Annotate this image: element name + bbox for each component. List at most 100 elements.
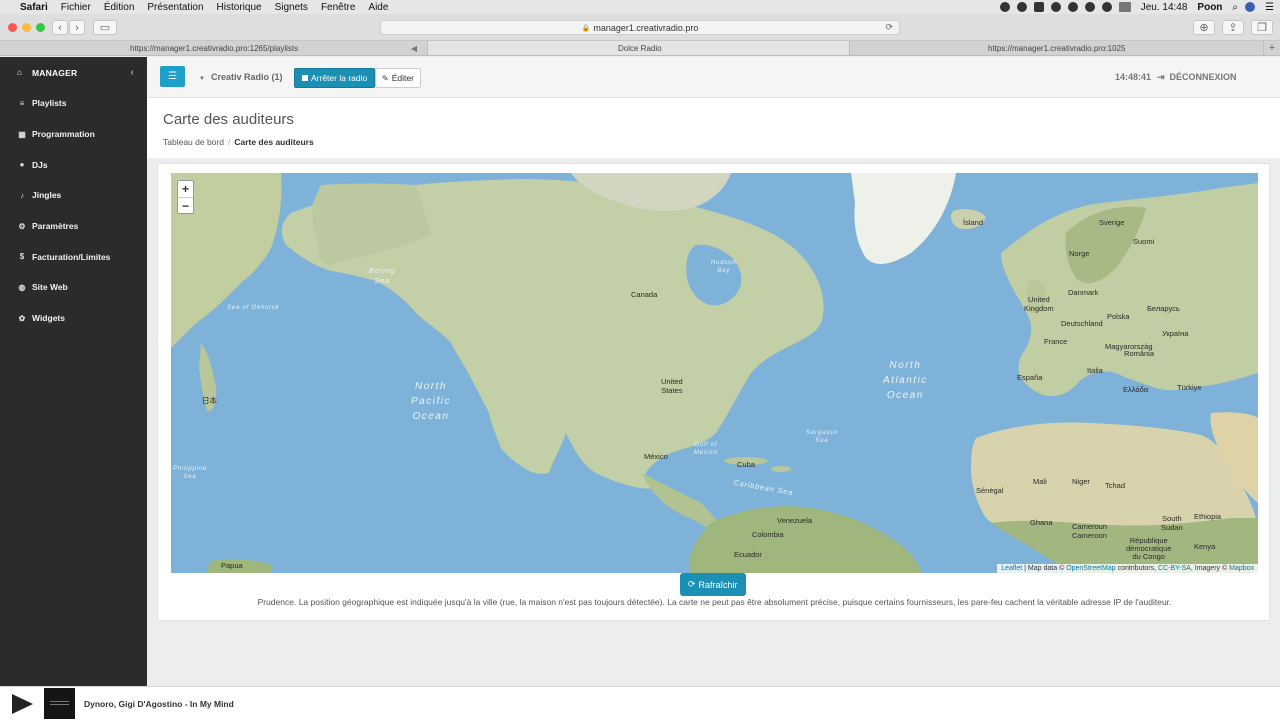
radio-selector[interactable]: ▼ Creativ Radio (1) [199, 72, 282, 82]
mapbox-link[interactable]: Mapbox [1229, 565, 1254, 572]
label-italia: Italia [1087, 366, 1103, 375]
sidebar-brand[interactable]: ⌂ MANAGER ‹ [0, 57, 147, 88]
menu-app[interactable]: Safari [20, 2, 48, 13]
brand-label: MANAGER [32, 67, 78, 78]
close-window-button[interactable] [8, 23, 17, 32]
sign-out-icon: ⇥ [1157, 72, 1165, 82]
label-mexico: México [644, 452, 668, 461]
breadcrumb-separator: / [227, 137, 231, 147]
label-north-atlantic: North Atlantic Ocean [883, 360, 928, 401]
label-bering-sea: Bering Sea [369, 266, 396, 285]
play-button[interactable] [12, 694, 33, 714]
refresh-button[interactable]: ⟳ Rafraîchir [680, 573, 746, 596]
calendar-icon: ▦ [18, 129, 26, 139]
tab-playlists[interactable]: https://manager1.creativradio.pro:1265/p… [0, 41, 428, 55]
logout-link[interactable]: ⇥ DÉCONNEXION [1157, 72, 1237, 83]
zoom-in-button[interactable]: + [178, 181, 193, 198]
audio-icon[interactable]: ◀︎ [411, 44, 417, 53]
status-skype-icon[interactable] [1016, 2, 1027, 12]
license-link[interactable]: CC-BY-SA [1158, 565, 1191, 572]
zoom-window-button[interactable] [36, 23, 45, 32]
album-cover [44, 688, 75, 719]
sidebar-item-djs[interactable]: ● DJs [0, 149, 147, 180]
spotlight-icon[interactable]: ⌕ [1232, 2, 1238, 13]
status-hd-icon[interactable] [1033, 2, 1044, 12]
label-papua: Papua [221, 561, 243, 570]
list-icon: ≡ [19, 98, 25, 108]
label-south-sudan: South Sudan [1161, 514, 1183, 532]
hamburger-menu-button[interactable]: ☰ [160, 66, 185, 87]
status-wifi-icon[interactable] [1101, 2, 1112, 12]
menu-fichier[interactable]: Fichier [61, 2, 91, 13]
listener-map[interactable]: + − Canada United States México Cuba Ven… [171, 173, 1258, 573]
sidebar-item-programmation[interactable]: ▦ Programmation [0, 119, 147, 150]
label-mali: Mali [1033, 477, 1047, 486]
tab-dolce-radio[interactable]: Dolce Radio [428, 41, 850, 55]
menubar-user[interactable]: Poon [1197, 2, 1222, 13]
sidebar-toggle-button[interactable]: ▭ [93, 20, 117, 35]
status-m-icon[interactable] [1084, 2, 1095, 12]
status-cloud-icon[interactable] [1067, 2, 1078, 12]
tab-label: https://manager1.creativradio.pro:1265/p… [130, 43, 299, 53]
tab-manager-1025[interactable]: https://manager1.creativradio.pro:1025 [850, 41, 1264, 55]
label-senegal: Sénégal [976, 486, 1004, 495]
leaflet-link[interactable]: Leaflet [1001, 565, 1022, 572]
tab-bar: https://manager1.creativradio.pro:1265/p… [0, 41, 1280, 56]
menu-aide[interactable]: Aide [368, 2, 388, 13]
status-flag-icon[interactable] [1118, 2, 1131, 12]
sidebar-item-site-web[interactable]: ◍ Site Web [0, 272, 147, 303]
zoom-out-button[interactable]: − [178, 198, 193, 215]
tabs-overview-button[interactable]: ❐ [1251, 20, 1273, 35]
sidebar-item-widgets[interactable]: ✿ Widgets [0, 303, 147, 334]
imagery-text: , Imagery © [1190, 565, 1228, 572]
notification-center-icon[interactable]: ☰ [1265, 2, 1274, 13]
sidebar-item-playlists[interactable]: ≡ Playlists [0, 88, 147, 119]
label-deutschland: Deutschland [1061, 319, 1103, 328]
back-button[interactable]: ‹ [52, 20, 68, 35]
cogs-icon: ⚙ [18, 221, 26, 231]
breadcrumb-home[interactable]: Tableau de bord [163, 137, 224, 147]
minimize-window-button[interactable] [22, 23, 31, 32]
forward-button[interactable]: › [69, 20, 85, 35]
share-button[interactable]: ⇪ [1222, 20, 1244, 35]
menu-edition[interactable]: Édition [104, 2, 135, 13]
sidebar-item-facturation[interactable]: $ Facturation/Limites [0, 241, 147, 272]
reload-icon[interactable]: ⟳ [885, 22, 893, 33]
siri-icon[interactable] [1245, 2, 1256, 12]
menubar-clock[interactable]: Jeu. 14:48 [1141, 2, 1188, 13]
address-bar[interactable]: 🔒 manager1.creativradio.pro ⟳ [380, 20, 900, 35]
map-attribution: Leaflet | Map data © OpenStreetMap contr… [997, 564, 1258, 573]
edit-button[interactable]: ✎ Éditer [375, 68, 421, 88]
openstreetmap-link[interactable]: OpenStreetMap [1066, 565, 1115, 572]
menu-signets[interactable]: Signets [275, 2, 308, 13]
menu-fenetre[interactable]: Fenêtre [321, 2, 355, 13]
downloads-button[interactable]: ⊕ [1193, 20, 1215, 35]
label-tchad: Tchad [1105, 481, 1126, 490]
status-record-icon[interactable] [999, 2, 1010, 12]
sidebar-item-parametres[interactable]: ⚙ Paramètres [0, 211, 147, 242]
map-data-text: | Map data © [1024, 565, 1065, 572]
new-tab-button[interactable]: + [1264, 41, 1280, 55]
caret-down-icon: ▼ [199, 76, 205, 82]
accuracy-notice: Prudence. La position géographique est i… [257, 597, 1172, 607]
label-philippine-sea: Philippine Sea [173, 466, 208, 480]
label-ethiopia: Ethiopia [1194, 512, 1222, 521]
stop-icon [302, 75, 308, 81]
label-ecuador: Ecuador [734, 550, 762, 559]
page-title: Carte des auditeurs [163, 111, 294, 128]
page-header: Carte des auditeurs Tableau de bord / Cart… [147, 98, 1280, 158]
stop-radio-button[interactable]: Arrêter la radio [294, 68, 376, 88]
globe-icon: ◍ [18, 282, 26, 292]
sidebar-item-label: Site Web [32, 282, 68, 293]
stop-radio-label: Arrêter la radio [311, 73, 368, 83]
status-creative-cloud-icon[interactable] [1050, 2, 1061, 12]
collapse-chevron-icon[interactable]: ‹ [130, 67, 134, 78]
sidebar-item-label: DJs [32, 159, 48, 170]
breadcrumb-current: Carte des auditeurs [234, 137, 314, 147]
label-japan: 日本 [202, 396, 217, 405]
user-icon: ● [19, 160, 25, 170]
menu-historique[interactable]: Historique [217, 2, 262, 13]
tab-label: Dolce Radio [618, 43, 662, 53]
sidebar-item-jingles[interactable]: ♪ Jingles [0, 180, 147, 211]
menu-presentation[interactable]: Présentation [147, 2, 203, 13]
